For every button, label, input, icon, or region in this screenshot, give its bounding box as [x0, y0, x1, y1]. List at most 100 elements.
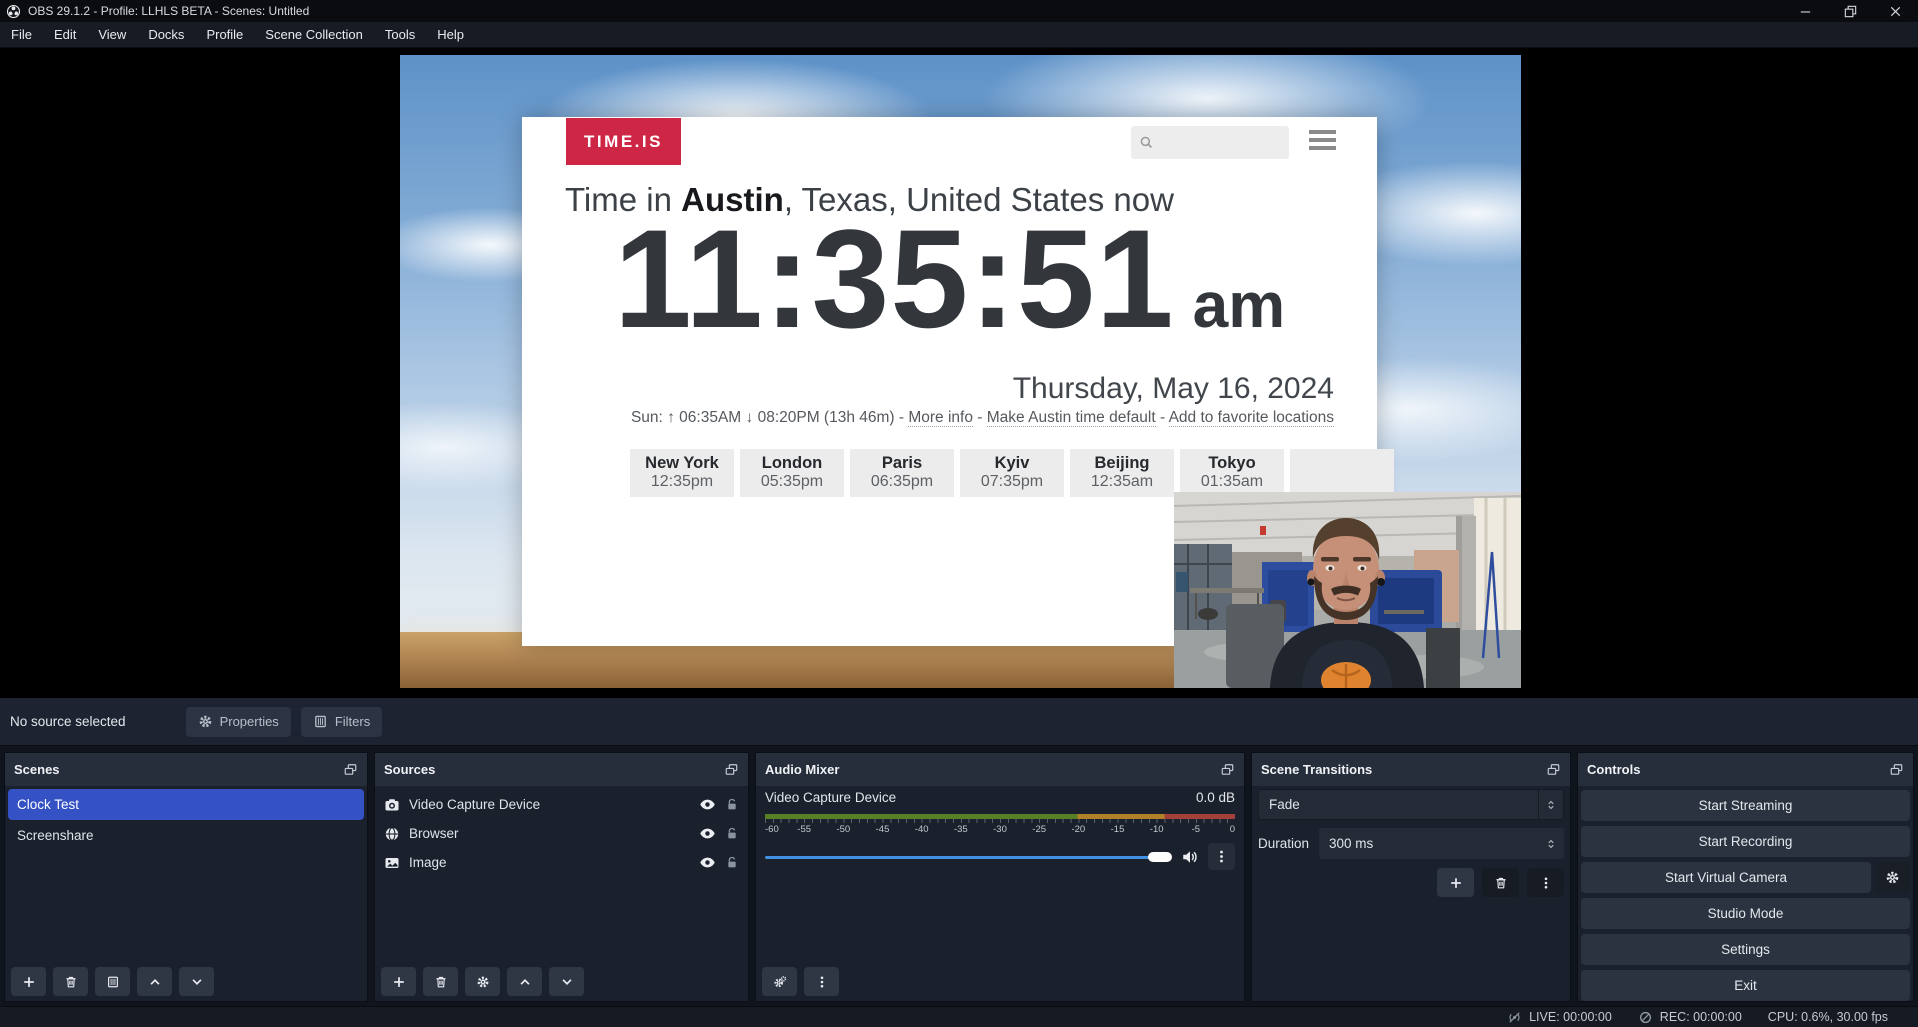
restore-button[interactable] [1828, 0, 1873, 22]
clock-ampm: am [1193, 273, 1286, 337]
menu-view[interactable]: View [87, 22, 137, 47]
source-item-image[interactable]: Image [375, 848, 748, 877]
source-down-button[interactable] [549, 967, 584, 996]
source-properties-button[interactable] [465, 967, 500, 996]
spinner-arrows-icon [1545, 836, 1557, 852]
source-item-browser[interactable]: Browser [375, 819, 748, 848]
city-cell: New York12:35pm [630, 449, 734, 497]
audio-mixer-panel: Audio Mixer Video Capture Device 0.0 dB … [755, 752, 1245, 1002]
transition-properties-button[interactable] [1527, 868, 1564, 897]
scene-filters-button[interactable] [95, 967, 130, 996]
scenes-panel: Scenes Clock Test Screenshare [4, 752, 368, 1002]
chevron-down-icon [190, 975, 204, 989]
add-transition-button[interactable] [1437, 868, 1474, 897]
webcam-overlay[interactable] [1174, 492, 1521, 688]
scene-item-clock-test[interactable]: Clock Test [8, 789, 364, 820]
speaker-icon[interactable] [1181, 848, 1199, 866]
close-button[interactable] [1873, 0, 1918, 22]
scene-list: Clock Test Screenshare [5, 786, 367, 854]
source-item-video-capture[interactable]: Video Capture Device [375, 790, 748, 819]
popout-icon[interactable] [1220, 763, 1235, 777]
audio-mixer-title: Audio Mixer [765, 762, 839, 777]
source-toolbar: No source selected Properties Filters [0, 698, 1918, 746]
gear-icon [198, 714, 213, 729]
chevron-up-icon [518, 975, 532, 989]
sources-panel-title: Sources [384, 762, 435, 777]
mixer-menu-button[interactable] [804, 967, 839, 996]
sources-panel: Sources Video Capture Device Browser [374, 752, 749, 1002]
mixer-options-button[interactable] [1208, 843, 1235, 870]
scenes-toolbar [11, 967, 214, 996]
popout-icon[interactable] [724, 763, 739, 777]
add-source-button[interactable] [381, 967, 416, 996]
exit-button[interactable]: Exit [1581, 970, 1910, 1001]
dots-icon [1539, 876, 1553, 890]
lock-icon[interactable] [725, 855, 739, 870]
popout-icon[interactable] [343, 763, 358, 777]
start-recording-button[interactable]: Start Recording [1581, 826, 1910, 857]
menu-bar: File Edit View Docks Profile Scene Colle… [0, 22, 1918, 48]
obs-logo-icon [6, 4, 21, 19]
add-scene-button[interactable] [11, 967, 46, 996]
start-virtual-camera-button[interactable]: Start Virtual Camera [1581, 862, 1871, 893]
visibility-eye-icon[interactable] [699, 796, 716, 813]
settings-button[interactable]: Settings [1581, 934, 1910, 965]
city-cell: Beijing12:35am [1070, 449, 1174, 497]
clock-time: 11:35:51 [614, 209, 1175, 349]
meter-scale: -60 -55 -50 -45 -40 -35 -30 -25 -20 -15 … [765, 824, 1235, 836]
duration-spinbox[interactable]: 300 ms [1319, 828, 1564, 859]
lock-icon[interactable] [725, 826, 739, 841]
scene-up-button[interactable] [137, 967, 172, 996]
source-up-button[interactable] [507, 967, 542, 996]
chevron-up-icon [148, 975, 162, 989]
menu-scene-collection[interactable]: Scene Collection [254, 22, 374, 47]
cpu-fps-status: CPU: 0.6%, 30.00 fps [1768, 1010, 1888, 1024]
sun-info-line: Sun: ↑ 06:35AM ↓ 08:20PM (13h 46m) - Mor… [631, 409, 1334, 427]
start-streaming-button[interactable]: Start Streaming [1581, 790, 1910, 821]
make-default-link: Make Austin time default [987, 409, 1156, 427]
scene-down-button[interactable] [179, 967, 214, 996]
menu-file[interactable]: File [0, 22, 43, 47]
dots-icon [1214, 849, 1229, 864]
remove-source-button[interactable] [423, 967, 458, 996]
lock-icon[interactable] [725, 797, 739, 812]
properties-button[interactable]: Properties [186, 707, 291, 737]
city-cell: Paris06:35pm [850, 449, 954, 497]
advanced-audio-button[interactable] [762, 967, 797, 996]
scenes-panel-header: Scenes [5, 753, 367, 786]
menu-help[interactable]: Help [426, 22, 475, 47]
image-icon [384, 855, 400, 871]
menu-tools[interactable]: Tools [374, 22, 426, 47]
menu-docks[interactable]: Docks [137, 22, 195, 47]
minimize-button[interactable] [1783, 0, 1828, 22]
transitions-title: Scene Transitions [1261, 762, 1372, 777]
plus-icon [392, 975, 406, 989]
controls-title: Controls [1587, 762, 1640, 777]
virtual-camera-config-button[interactable] [1875, 862, 1910, 893]
scene-transitions-panel: Scene Transitions Fade Duration 300 ms [1251, 752, 1571, 1002]
visibility-eye-icon[interactable] [699, 825, 716, 842]
filters-button[interactable]: Filters [301, 707, 382, 737]
timeis-search-box [1131, 126, 1289, 159]
scene-item-screenshare[interactable]: Screenshare [8, 820, 364, 851]
menu-edit[interactable]: Edit [43, 22, 87, 47]
visibility-eye-icon[interactable] [699, 854, 716, 871]
gear-icon [476, 975, 490, 989]
program-canvas[interactable]: TIME.IS Time in Austin, Texas, United St… [400, 55, 1521, 688]
more-info-link: More info [908, 409, 973, 427]
meter-ticks [765, 819, 1235, 823]
popout-icon[interactable] [1889, 763, 1904, 777]
menu-profile[interactable]: Profile [195, 22, 254, 47]
remove-scene-button[interactable] [53, 967, 88, 996]
studio-mode-button[interactable]: Studio Mode [1581, 898, 1910, 929]
remove-transition-button[interactable] [1482, 868, 1519, 897]
volume-slider-handle[interactable] [1148, 852, 1172, 862]
mixer-channel-name: Video Capture Device [765, 790, 896, 811]
sources-panel-header: Sources [375, 753, 748, 786]
transition-dropdown[interactable]: Fade [1258, 789, 1564, 820]
volume-slider[interactable] [765, 851, 1172, 863]
plus-icon [1449, 876, 1463, 890]
no-source-label: No source selected [10, 714, 126, 729]
popout-icon[interactable] [1546, 763, 1561, 777]
mixer-level-db: 0.0 dB [1196, 790, 1235, 811]
